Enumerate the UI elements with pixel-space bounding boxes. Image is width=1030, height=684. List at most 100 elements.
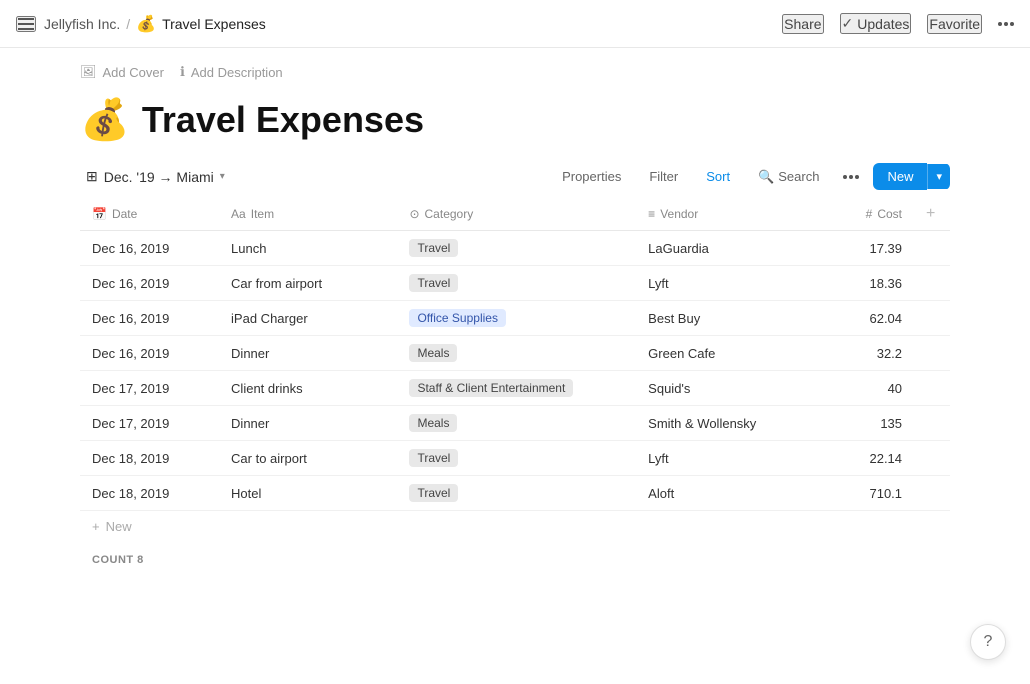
more-options-button[interactable] xyxy=(998,22,1014,26)
breadcrumb: Jellyfish Inc. / 💰 Travel Expenses xyxy=(44,14,266,34)
toolbar-more-button[interactable] xyxy=(837,171,865,183)
plus-icon: + xyxy=(92,519,100,534)
table-header-row: 📅 Date Aa Item ⊙ Category xyxy=(80,198,950,231)
page-content: 🖼 Add Cover ℹ Add Description 💰 Travel E… xyxy=(0,48,1030,570)
cell-item: Client drinks xyxy=(219,371,397,406)
cell-item: Dinner xyxy=(219,406,397,441)
col-header-vendor: ≡ Vendor xyxy=(636,198,815,231)
hash-icon: # xyxy=(866,207,873,221)
table-row[interactable]: Dec 18, 2019Hotel Travel Aloft710.1 xyxy=(80,476,950,511)
cell-vendor: Lyft xyxy=(636,441,815,476)
col-header-cost: # Cost xyxy=(815,198,914,231)
share-button[interactable]: Share xyxy=(782,14,823,34)
check-icon: ✓ xyxy=(842,15,854,32)
cell-empty xyxy=(914,266,950,301)
nav-right: Share ✓ Updates Favorite xyxy=(782,13,1014,34)
cell-category: Meals xyxy=(397,336,636,371)
category-tag: Office Supplies xyxy=(409,309,506,327)
properties-button[interactable]: Properties xyxy=(552,165,631,188)
page-emoji: 💰 xyxy=(80,96,130,143)
table-row[interactable]: Dec 17, 2019Client drinksStaff & Client … xyxy=(80,371,950,406)
page-title-row: 💰 Travel Expenses xyxy=(80,88,950,163)
cell-cost: 135 xyxy=(815,406,914,441)
vendor-icon: ≡ xyxy=(648,207,655,221)
cell-empty xyxy=(914,406,950,441)
category-tag: Travel xyxy=(409,274,458,292)
new-button-group: New ▾ xyxy=(873,163,950,190)
toolbar-right: Properties Filter Sort 🔍 Search New ▾ xyxy=(552,163,950,190)
cell-empty xyxy=(914,301,950,336)
filter-button[interactable]: Filter xyxy=(639,165,688,188)
table-row[interactable]: Dec 18, 2019Car to airportTravelLyft22.1… xyxy=(80,441,950,476)
search-icon: 🔍 xyxy=(758,169,774,185)
cell-empty xyxy=(914,231,950,266)
table-row[interactable]: Dec 16, 2019LunchTravelLaGuardia17.39 xyxy=(80,231,950,266)
col-header-date: 📅 Date xyxy=(80,198,219,231)
cell-item: Hotel xyxy=(219,476,397,511)
cell-date: Dec 17, 2019 xyxy=(80,406,219,441)
cell-category: Travel xyxy=(397,476,636,511)
cell-cost: 710.1 xyxy=(815,476,914,511)
col-header-item: Aa Item xyxy=(219,198,397,231)
cell-cost: 32.2 xyxy=(815,336,914,371)
toolbar-left: ⊞ Dec. '19 → Miami ▾ xyxy=(80,164,231,189)
search-button[interactable]: 🔍 Search xyxy=(748,165,829,189)
table-row[interactable]: Dec 16, 2019DinnerMealsGreen Cafe32.2 xyxy=(80,336,950,371)
cell-vendor: Aloft xyxy=(636,476,815,511)
cell-vendor: Squid's xyxy=(636,371,815,406)
updates-button[interactable]: ✓ Updates xyxy=(840,13,912,34)
text-icon: Aa xyxy=(231,207,246,221)
cell-date: Dec 16, 2019 xyxy=(80,301,219,336)
help-button[interactable]: ? xyxy=(970,624,1006,660)
category-tag: Travel xyxy=(409,449,458,467)
cell-vendor: LaGuardia xyxy=(636,231,815,266)
breadcrumb-page[interactable]: Travel Expenses xyxy=(162,16,266,32)
cell-item: iPad Charger xyxy=(219,301,397,336)
cell-empty xyxy=(914,371,950,406)
cell-date: Dec 16, 2019 xyxy=(80,231,219,266)
sort-button[interactable]: Sort xyxy=(696,165,740,188)
cell-cost: 18.36 xyxy=(815,266,914,301)
table-row[interactable]: Dec 16, 2019Car from airport Travel Lyft18… xyxy=(80,266,950,301)
data-table: 📅 Date Aa Item ⊙ Category xyxy=(80,198,950,511)
new-arrow-button[interactable]: ▾ xyxy=(927,164,950,189)
cell-item: Lunch xyxy=(219,231,397,266)
cell-date: Dec 18, 2019 xyxy=(80,441,219,476)
table-row[interactable]: Dec 17, 2019DinnerMealsSmith & Wollensky… xyxy=(80,406,950,441)
top-nav: Jellyfish Inc. / 💰 Travel Expenses Share… xyxy=(0,0,1030,48)
add-column-header: + xyxy=(914,198,950,231)
view-toggle-button[interactable]: ⊞ Dec. '19 → Miami ▾ xyxy=(80,164,231,189)
breadcrumb-separator: / xyxy=(126,16,130,32)
cell-date: Dec 18, 2019 xyxy=(80,476,219,511)
add-new-row[interactable]: + New xyxy=(80,511,950,542)
cell-item: Car from airport xyxy=(219,266,397,301)
cell-vendor: Smith & Wollensky xyxy=(636,406,815,441)
cell-vendor: Best Buy xyxy=(636,301,815,336)
cell-date: Dec 16, 2019 xyxy=(80,266,219,301)
add-cover-button[interactable]: 🖼 Add Cover xyxy=(80,64,164,80)
chevron-down-icon: ▾ xyxy=(220,171,225,182)
menu-button[interactable] xyxy=(16,16,36,32)
cell-date: Dec 17, 2019 xyxy=(80,371,219,406)
new-main-button[interactable]: New xyxy=(873,163,927,190)
favorite-button[interactable]: Favorite xyxy=(927,14,982,34)
category-tag: Travel xyxy=(409,484,458,502)
col-header-category: ⊙ Category xyxy=(397,198,636,231)
cell-category: Staff & Client Entertainment xyxy=(397,371,636,406)
add-description-button[interactable]: ℹ Add Description xyxy=(180,64,283,80)
count-row: COUNT 8 xyxy=(80,542,950,570)
calendar-icon: 📅 xyxy=(92,207,107,221)
breadcrumb-org[interactable]: Jellyfish Inc. xyxy=(44,16,120,32)
nav-left: Jellyfish Inc. / 💰 Travel Expenses xyxy=(16,14,266,34)
cell-cost: 40 xyxy=(815,371,914,406)
grid-icon: ⊞ xyxy=(86,168,98,185)
cell-vendor: Lyft xyxy=(636,266,815,301)
page-title: Travel Expenses xyxy=(142,99,424,141)
cell-cost: 22.14 xyxy=(815,441,914,476)
cell-cost: 17.39 xyxy=(815,231,914,266)
cell-empty xyxy=(914,476,950,511)
add-column-button[interactable]: + xyxy=(926,206,935,222)
category-tag: Meals xyxy=(409,344,457,362)
table-row[interactable]: Dec 16, 2019iPad Charger Office Supplies B… xyxy=(80,301,950,336)
info-icon: ℹ xyxy=(180,64,185,80)
